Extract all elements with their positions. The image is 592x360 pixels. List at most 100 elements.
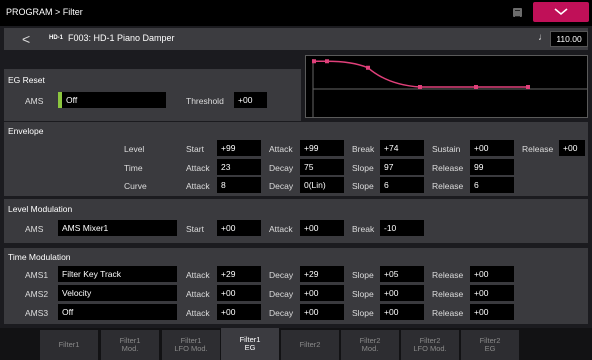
level-release-label: Release (522, 144, 554, 154)
eg-point (366, 65, 370, 70)
level-mod-ams-label: AMS (25, 224, 44, 234)
level-mod-start-label: Start (186, 224, 204, 234)
time-mod-ams2-source[interactable]: Velocity (58, 285, 177, 301)
level-break-field[interactable]: +74 (380, 140, 424, 156)
page-title: PROGRAM > Filter (6, 7, 83, 17)
page-menu-icon[interactable] (513, 8, 522, 17)
time-mod-ams1-slope-label: Slope (352, 270, 374, 280)
eg-reset-ams-field[interactable]: Off (58, 92, 166, 108)
tab-filter1-line1: Filter1 (58, 340, 80, 349)
level-mod-attack-field[interactable]: +00 (300, 220, 344, 236)
time-mod-ams1-label: AMS1 (25, 270, 49, 280)
level-break-label: Break (352, 144, 375, 154)
level-mod-ams-field[interactable]: AMS Mixer1 (58, 220, 177, 236)
page-menu-button[interactable] (533, 2, 589, 22)
time-mod-ams3-attack[interactable]: +00 (217, 304, 261, 320)
level-start-label: Start (186, 144, 204, 154)
tab-filter2[interactable]: Filter2 (281, 330, 339, 360)
level-sustain-label: Sustain (432, 144, 461, 154)
tab-filter2-eg[interactable]: Filter2 EG (461, 330, 519, 360)
level-sustain-field[interactable]: +00 (470, 140, 514, 156)
time-mod-ams2-slope[interactable]: +00 (380, 285, 424, 301)
page-tabs: Filter1 Filter1 Mod. Filter1 LFO Mod. Filt… (0, 328, 592, 360)
time-mod-ams3-slope-label: Slope (352, 308, 374, 318)
time-mod-ams3-decay[interactable]: +00 (300, 304, 344, 320)
tempo-field[interactable]: 110.00 (550, 31, 588, 47)
time-mod-ams2-decay-label: Decay (269, 289, 294, 299)
tab-filter1-eg[interactable]: Filter1 EG (221, 328, 279, 360)
note-icon: ♩ (538, 32, 548, 43)
tab-filter1-mod[interactable]: Filter1 Mod. (101, 330, 159, 360)
tab-filter2-line1: Filter2 (299, 340, 321, 349)
time-mod-ams2-release[interactable]: +00 (470, 285, 514, 301)
back-icon[interactable]: < (22, 31, 30, 47)
curve-row-label: Curve (124, 181, 147, 191)
eg-reset-ams-label: AMS (25, 96, 44, 106)
time-slope-label: Slope (352, 163, 374, 173)
level-mod-attack-label: Attack (269, 224, 293, 234)
time-release-field[interactable]: 99 (470, 159, 514, 175)
time-attack-label: Attack (186, 163, 210, 173)
time-mod-ams1-release[interactable]: +00 (470, 266, 514, 282)
time-mod-ams1-slope[interactable]: +05 (380, 266, 424, 282)
level-release-field[interactable]: +00 (559, 140, 585, 156)
time-mod-ams2-decay[interactable]: +00 (300, 285, 344, 301)
threshold-field[interactable]: +00 (234, 92, 267, 108)
time-decay-field[interactable]: 75 (300, 159, 344, 175)
eg-point (312, 59, 316, 64)
tab-filter2-lfo-mod-line2: LFO Mod. (413, 344, 447, 353)
time-mod-ams3-release[interactable]: +00 (470, 304, 514, 320)
curve-release-field[interactable]: 6 (470, 177, 514, 193)
program-bar: < HD-1 F003: HD-1 Piano Damper ♩ 110.00 (4, 28, 588, 50)
eg-point (526, 85, 530, 89)
level-mod-break-field[interactable]: -10 (380, 220, 424, 236)
time-mod-ams2-attack[interactable]: +00 (217, 285, 261, 301)
tab-filter1-mod-line2: Mod. (121, 344, 139, 353)
time-mod-ams1-attack-label: Attack (186, 270, 210, 280)
curve-attack-field[interactable]: 8 (217, 177, 261, 193)
envelope-heading: Envelope (8, 126, 44, 136)
tab-filter2-mod-line2: Mod. (361, 344, 379, 353)
time-mod-ams3-source[interactable]: Off (58, 304, 177, 320)
eg-graph (305, 55, 588, 118)
level-attack-label: Attack (269, 144, 293, 154)
time-mod-ams1-source[interactable]: Filter Key Track (58, 266, 177, 282)
ams-indicator (58, 92, 62, 108)
eg-point (418, 85, 422, 89)
time-mod-ams3-attack-label: Attack (186, 308, 210, 318)
time-mod-ams1-decay[interactable]: +29 (300, 266, 344, 282)
curve-slope-field[interactable]: 6 (380, 177, 424, 193)
curve-decay-field[interactable]: 0(Lin) (300, 177, 344, 193)
level-mod-heading: Level Modulation (8, 204, 73, 214)
tab-filter2-lfo-mod[interactable]: Filter2 LFO Mod. (401, 330, 459, 360)
curve-release-label: Release (432, 181, 464, 191)
time-slope-field[interactable]: 97 (380, 159, 424, 175)
time-mod-ams2-attack-label: Attack (186, 289, 210, 299)
level-start-field[interactable]: +99 (217, 140, 261, 156)
eg-curve (314, 60, 528, 88)
curve-attack-label: Attack (186, 181, 210, 191)
tab-filter1-lfo-mod[interactable]: Filter1 LFO Mod. (162, 330, 220, 360)
time-mod-ams3-slope[interactable]: +00 (380, 304, 424, 320)
time-mod-ams2-release-label: Release (432, 289, 464, 299)
level-attack-field[interactable]: +99 (300, 140, 344, 156)
threshold-label: Threshold (186, 96, 224, 106)
top-bar: PROGRAM > Filter (0, 0, 592, 26)
time-mod-ams3-label: AMS3 (25, 308, 49, 318)
eg-reset-ams-value: Off (66, 95, 78, 105)
program-name[interactable]: F003: HD-1 Piano Damper (68, 33, 175, 43)
curve-decay-label: Decay (269, 181, 294, 191)
tab-filter1[interactable]: Filter1 (40, 330, 98, 360)
time-attack-field[interactable]: 23 (217, 159, 261, 175)
tab-filter2-mod[interactable]: Filter2 Mod. (341, 330, 399, 360)
time-row-label: Time (124, 163, 143, 173)
curve-slope-label: Slope (352, 181, 374, 191)
time-mod-ams1-attack[interactable]: +29 (217, 266, 261, 282)
tab-filter1-lfo-mod-line2: LFO Mod. (174, 344, 208, 353)
eg-point (325, 59, 329, 64)
time-mod-ams1-decay-label: Decay (269, 270, 294, 280)
time-mod-ams2-label: AMS2 (25, 289, 49, 299)
tab-filter2-eg-line2: EG (484, 344, 496, 353)
level-mod-start-field[interactable]: +00 (217, 220, 261, 236)
eg-reset-heading: EG Reset (8, 75, 45, 85)
